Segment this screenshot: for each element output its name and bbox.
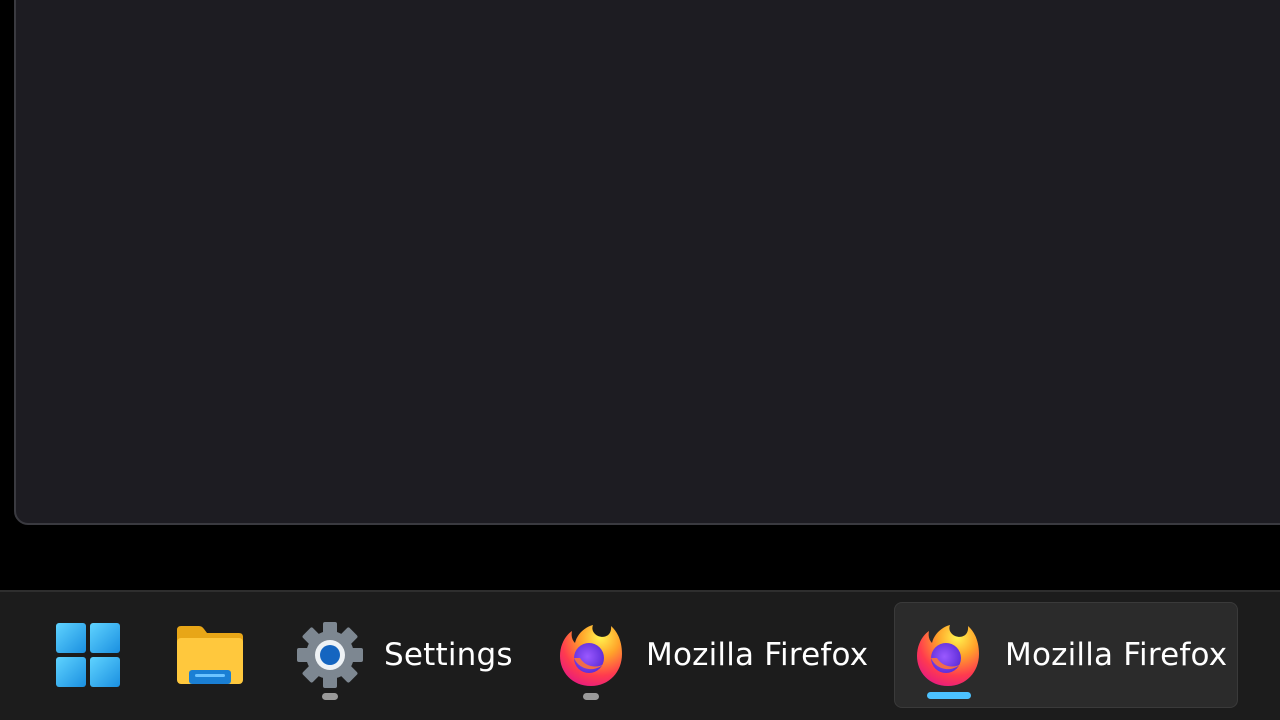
app-window[interactable] [14,0,1280,525]
firefox-taskbar-button-2[interactable]: Mozilla Firefox [894,602,1238,708]
firefox-icon [915,622,981,688]
gear-icon [296,621,364,689]
active-indicator [927,692,971,699]
running-indicator [322,693,338,700]
running-indicator [583,693,599,700]
settings-label: Settings [384,637,513,673]
settings-taskbar-button[interactable]: Settings [288,602,528,708]
folder-icon [175,624,245,686]
firefox-icon [558,622,624,688]
firefox-taskbar-button-1[interactable]: Mozilla Firefox [550,602,880,708]
firefox-label-2: Mozilla Firefox [1005,637,1228,673]
file-explorer-button[interactable] [162,602,258,708]
taskbar: Settings Mozilla Firefox Mozilla Firefox [0,590,1280,720]
windows-logo-icon [55,622,121,688]
start-button[interactable] [40,602,136,708]
desktop [0,0,1280,590]
firefox-label-1: Mozilla Firefox [646,637,869,673]
